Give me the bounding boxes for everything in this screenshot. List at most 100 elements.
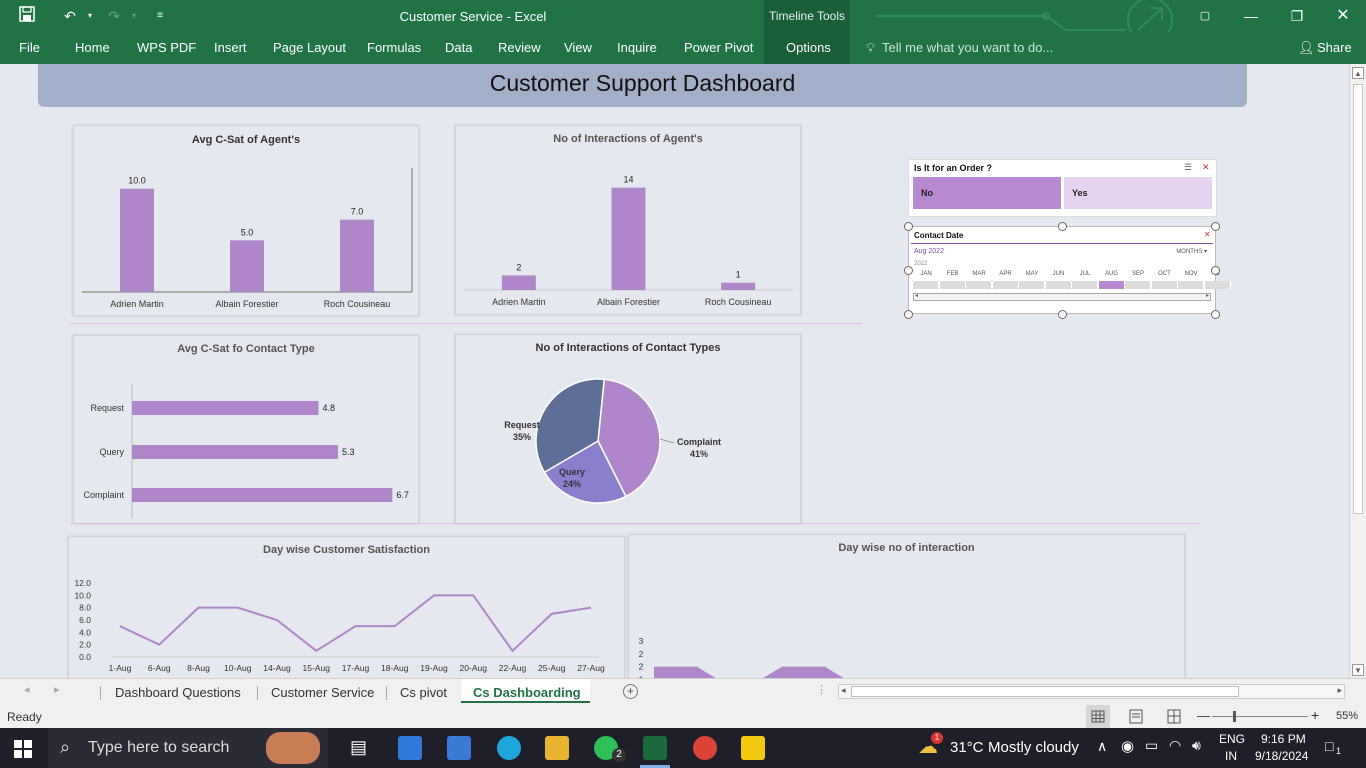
resize-handle[interactable] <box>1211 310 1220 319</box>
sheet-tab-cs-dashboarding[interactable]: Cs Dashboarding <box>461 679 590 703</box>
zoom-out-icon[interactable]: — <box>1197 708 1210 723</box>
chart-avg-csat-contact-type[interactable]: Avg C-Sat fo Contact Type 4.8 Request 5.3 Q… <box>73 335 419 524</box>
notifications-icon[interactable]: □ <box>1325 738 1333 754</box>
minimize-button[interactable]: — <box>1228 0 1274 32</box>
chart-interactions-contact-types[interactable]: No of Interactions of Contact Types Comp… <box>455 334 801 524</box>
tab-view[interactable]: View <box>564 38 592 58</box>
chrome-icon[interactable] <box>693 736 717 760</box>
tab-inquire[interactable]: Inquire <box>617 38 657 58</box>
timeline-scrollbar[interactable]: ◂ ▸ <box>913 293 1211 301</box>
zoom-slider[interactable] <box>1212 716 1308 717</box>
multi-select-icon[interactable]: ☰ <box>1184 162 1192 173</box>
zoom-level[interactable]: 55% <box>1336 710 1358 722</box>
scroll-down-icon[interactable]: ▼ <box>1352 664 1364 676</box>
zoom-in-icon[interactable]: + <box>1311 707 1319 723</box>
clock-date[interactable]: 9/18/2024 <box>1255 749 1308 763</box>
tab-review[interactable]: Review <box>498 38 541 58</box>
resize-handle[interactable] <box>1211 266 1220 275</box>
clock-time[interactable]: 9:16 PM <box>1261 732 1306 746</box>
resize-handle[interactable] <box>1058 222 1067 231</box>
page-layout-view-icon[interactable] <box>1124 705 1148 728</box>
resize-handle[interactable] <box>1211 222 1220 231</box>
scroll-right-icon[interactable]: ▸ <box>1206 292 1209 299</box>
battery-icon[interactable]: ▭ <box>1145 737 1158 754</box>
zoom-slider-thumb[interactable] <box>1233 711 1236 722</box>
sheet-tab-customer-service[interactable]: Customer Service <box>271 683 374 703</box>
timeline-month-cell[interactable] <box>1125 281 1151 289</box>
timeline-month-cell[interactable] <box>1098 281 1125 289</box>
slicer-item-yes[interactable]: Yes <box>1064 177 1212 209</box>
scroll-up-icon[interactable]: ▲ <box>1352 67 1364 79</box>
timeline-month-cell[interactable] <box>1178 281 1204 289</box>
tab-power-pivot[interactable]: Power Pivot <box>684 38 753 58</box>
timeline-month-cell[interactable] <box>1151 281 1178 289</box>
tell-me-search[interactable]: Tell me what you want to do... <box>882 38 1053 58</box>
restore-button[interactable]: ❐ <box>1274 0 1320 32</box>
ribbon-display-options-icon[interactable]: ▢ <box>1182 0 1228 32</box>
sheet-tab-dashboard-questions[interactable]: Dashboard Questions <box>115 683 241 703</box>
weather-desc[interactable]: Mostly cloudy <box>988 739 1079 756</box>
region-indicator[interactable]: IN <box>1225 749 1237 763</box>
tab-splitter-icon[interactable]: ⋮ <box>816 683 827 696</box>
scroll-right-icon[interactable]: ▸ <box>1337 685 1342 696</box>
timeline-month-cell[interactable] <box>992 281 1019 289</box>
timeline-month-cell[interactable] <box>939 281 966 289</box>
page-break-view-icon[interactable] <box>1162 705 1186 728</box>
timeline-month-cell[interactable] <box>913 281 939 289</box>
language-indicator[interactable]: ENG <box>1219 732 1245 746</box>
timeline-level-selector[interactable]: MONTHS ▾ <box>1176 248 1207 255</box>
slicer-order[interactable]: Is It for an Order ? ☰ ✕ No Yes <box>908 159 1217 217</box>
slicer-item-no[interactable]: No <box>913 177 1061 209</box>
timeline-contact-date[interactable]: Contact Date ✕ Aug 2022 MONTHS ▾ 2022 JA… <box>908 226 1231 314</box>
mail-icon[interactable] <box>398 736 422 760</box>
weather-temp[interactable]: 31°C <box>950 739 984 756</box>
close-button[interactable]: ✕ <box>1320 0 1366 32</box>
wifi-icon[interactable]: ◠ <box>1169 737 1181 754</box>
tab-wps-pdf[interactable]: WPS PDF <box>137 38 196 58</box>
chart-interactions-agents[interactable]: No of Interactions of Agent's 2 Adrien Ma… <box>455 125 801 315</box>
scroll-thumb[interactable] <box>851 686 1239 697</box>
show-hidden-icons-icon[interactable]: ∧ <box>1097 738 1107 755</box>
tab-formulas[interactable]: Formulas <box>367 38 421 58</box>
windows-start-icon[interactable] <box>14 740 32 763</box>
timeline-month-cell[interactable] <box>1072 281 1098 289</box>
scroll-left-icon[interactable]: ◂ <box>915 292 918 299</box>
vertical-scrollbar[interactable]: ▲ ▼ <box>1349 64 1366 678</box>
clear-filter-icon[interactable]: ✕ <box>1202 162 1210 173</box>
timeline-month-cell[interactable] <box>966 281 992 289</box>
task-view-icon[interactable]: ▤ <box>350 737 367 758</box>
horizontal-scrollbar[interactable]: ◂ ▸ <box>838 684 1345 699</box>
normal-view-icon[interactable] <box>1086 705 1110 728</box>
power-bi-icon[interactable] <box>741 736 765 760</box>
share-button[interactable]: Share <box>1317 38 1352 58</box>
worksheet-area[interactable]: Customer Support Dashboard Avg C-Sat of … <box>0 64 1349 678</box>
prev-sheet-icon[interactable]: ◂ <box>24 683 30 696</box>
chart-day-wise-interactions[interactable]: Day wise no of interaction 32211101-Aug6… <box>628 534 1185 678</box>
sheet-tab-cs-pivot[interactable]: Cs pivot <box>400 683 447 703</box>
add-sheet-icon[interactable]: + <box>623 684 638 699</box>
tab-file[interactable]: File <box>19 38 40 58</box>
resize-handle[interactable] <box>904 310 913 319</box>
edge-icon[interactable] <box>497 736 521 760</box>
tab-options[interactable]: Options <box>786 38 831 58</box>
store-icon[interactable] <box>447 736 471 760</box>
chart-day-wise-csat[interactable]: Day wise Customer Satisfaction 12.0 10.0 8… <box>68 536 625 678</box>
taskbar-search-box[interactable]: ⌕ Type here to search <box>48 728 328 768</box>
chart-avg-csat-agents[interactable]: Avg C-Sat of Agent's 10.0 Adrien Martin 5.… <box>73 125 419 316</box>
tab-page-layout[interactable]: Page Layout <box>273 38 346 58</box>
tab-home[interactable]: Home <box>75 38 110 58</box>
excel-icon[interactable] <box>643 736 667 760</box>
timeline-month-cell[interactable] <box>1204 281 1231 289</box>
file-explorer-icon[interactable] <box>545 736 569 760</box>
tab-data[interactable]: Data <box>445 38 472 58</box>
scroll-left-icon[interactable]: ◂ <box>841 685 846 696</box>
resize-handle[interactable] <box>904 266 913 275</box>
scroll-thumb[interactable] <box>1353 84 1363 514</box>
tab-insert[interactable]: Insert <box>214 38 247 58</box>
next-sheet-icon[interactable]: ▸ <box>54 683 60 696</box>
timeline-month-cell[interactable] <box>1019 281 1045 289</box>
clear-filter-icon[interactable]: ✕ <box>1204 230 1211 239</box>
volume-icon[interactable]: 🔊︎ <box>1192 737 1201 754</box>
record-icon[interactable]: ◉ <box>1121 737 1134 755</box>
timeline-month-cell[interactable] <box>1045 281 1072 289</box>
